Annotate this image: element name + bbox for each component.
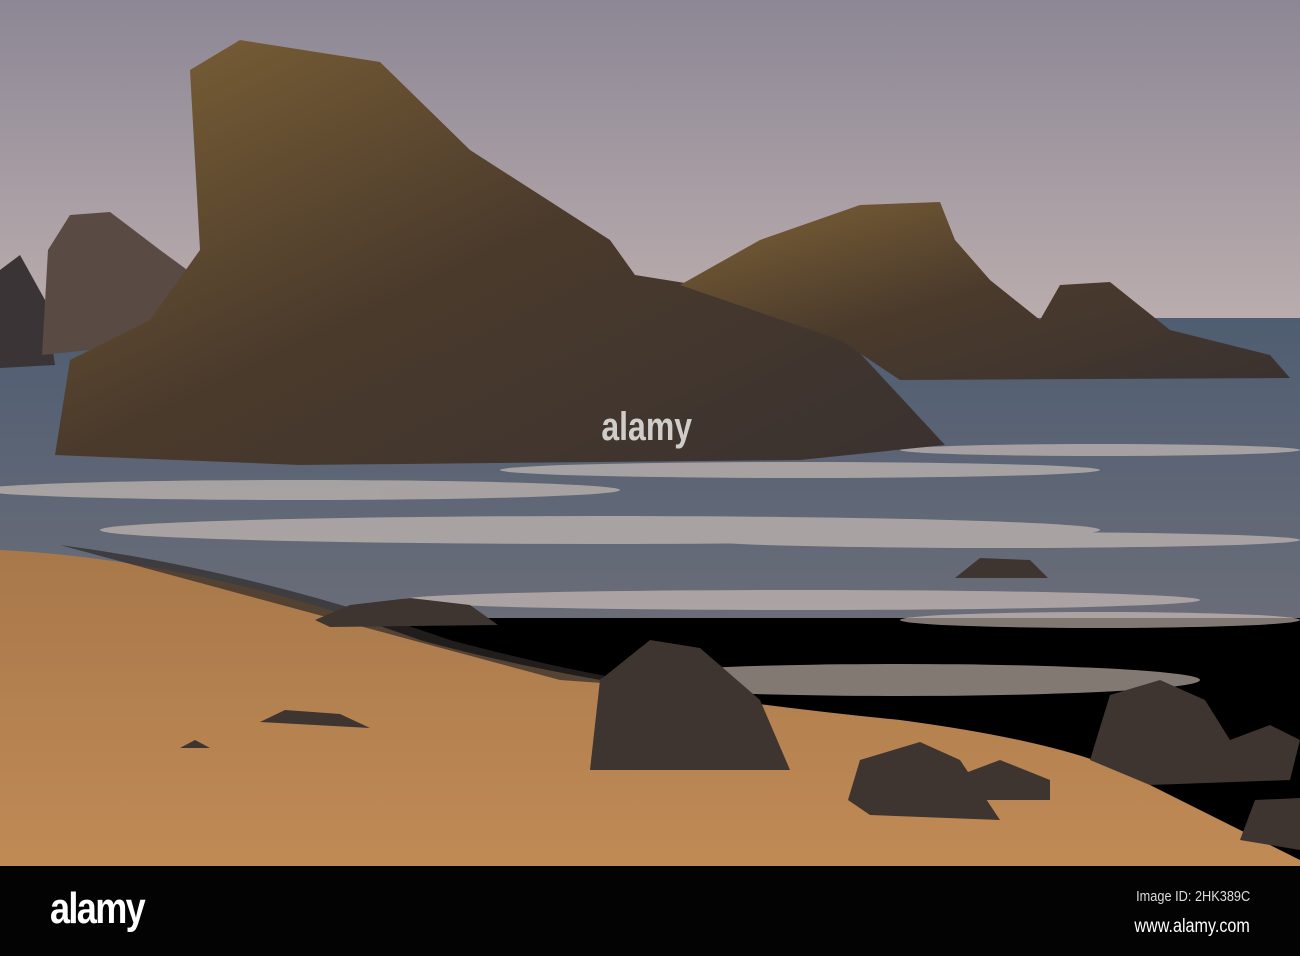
alamy-logo: alamy xyxy=(50,884,146,933)
watermark: alamy xyxy=(601,405,693,449)
website-link[interactable]: www.alamy.com xyxy=(1135,916,1250,938)
image-id: Image ID: 2HK389C xyxy=(1135,888,1250,905)
stock-photo-frame: alamy alamy Image ID: 2HK389C www.alamy.… xyxy=(0,0,1300,956)
footer-bar: alamy Image ID: 2HK389C www.alamy.com xyxy=(0,866,1300,956)
